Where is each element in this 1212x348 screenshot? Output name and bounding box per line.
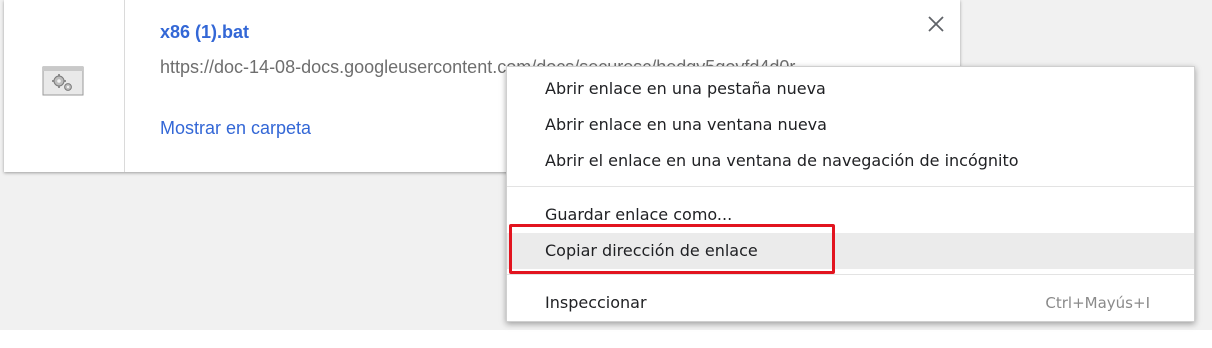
menu-separator	[507, 186, 1194, 187]
menu-item-inspect[interactable]: Inspeccionar Ctrl+Mayús+I	[507, 285, 1194, 321]
menu-item-label: Inspeccionar	[545, 293, 647, 312]
menu-item-label: Abrir enlace en una pestaña nueva	[545, 79, 826, 98]
link-context-menu: Abrir enlace en una pestaña nueva Abrir …	[506, 66, 1195, 322]
menu-item-shortcut: Ctrl+Mayús+I	[1045, 294, 1150, 312]
menu-item-label: Abrir enlace en una ventana nueva	[545, 115, 827, 134]
menu-item-open-new-window[interactable]: Abrir enlace en una ventana nueva	[507, 107, 1194, 143]
menu-item-label: Guardar enlace como...	[545, 205, 733, 224]
close-icon[interactable]	[922, 10, 950, 38]
show-in-folder-link[interactable]: Mostrar en carpeta	[160, 118, 311, 139]
menu-item-open-new-tab[interactable]: Abrir enlace en una pestaña nueva	[507, 71, 1194, 107]
download-icon-area	[4, 0, 125, 172]
gear-file-icon	[42, 66, 84, 96]
menu-item-open-incognito[interactable]: Abrir el enlace en una ventana de navega…	[507, 143, 1194, 179]
menu-item-label: Abrir el enlace en una ventana de navega…	[545, 151, 1019, 170]
highlight-annotation-box	[509, 224, 835, 274]
menu-separator	[507, 274, 1194, 275]
download-file-name-link[interactable]: x86 (1).bat	[160, 22, 249, 43]
page-background	[0, 330, 1212, 348]
